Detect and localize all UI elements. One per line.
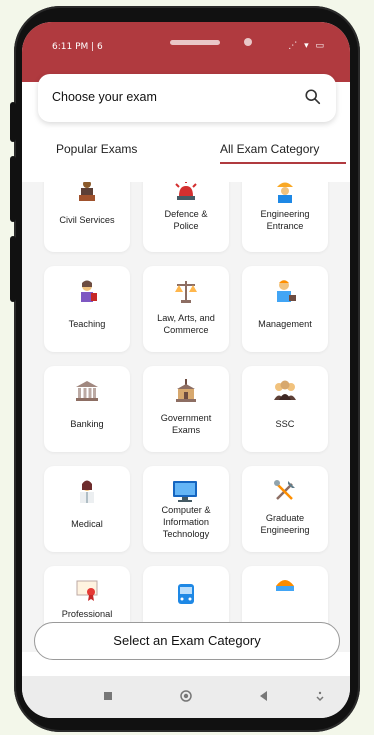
category-label: Engineering: [260, 209, 310, 219]
category-label: Engineering: [260, 525, 310, 535]
category-card-government-exams[interactable]: Government Exams: [143, 366, 229, 452]
category-card-computer-it[interactable]: Computer & Information Technology: [143, 466, 229, 552]
group-icon: [274, 380, 296, 400]
speaker-notch: [170, 40, 220, 45]
tools-icon: [274, 480, 295, 500]
tab-popular-exams[interactable]: Popular Exams: [56, 142, 137, 156]
bank-icon: [76, 381, 98, 401]
search-icon[interactable]: [304, 88, 322, 106]
keyboard-hide-icon[interactable]: [314, 690, 326, 702]
category-label: Civil Services: [59, 215, 115, 225]
computer-icon: [173, 481, 197, 502]
select-exam-category-label: Select an Exam Category: [113, 633, 261, 648]
doctor-icon: [80, 480, 94, 503]
category-card-engineering-entrance[interactable]: Engineering Entrance: [242, 182, 328, 252]
status-time: 6:11 PM | 6: [52, 42, 103, 52]
category-label: Law, Arts, and: [157, 313, 215, 323]
category-label: Banking: [70, 419, 104, 429]
category-grid: Civil Services Defence & Police Engineer…: [22, 182, 350, 652]
recents-icon[interactable]: [102, 690, 114, 702]
category-card-management[interactable]: Management: [242, 266, 328, 352]
category-label: Teaching: [68, 319, 106, 329]
category-label: Medical: [71, 519, 103, 529]
category-label: Police: [173, 221, 199, 231]
civil-services-icon: [79, 182, 95, 201]
status-bar: 6:11 PM | 6 ⋰ ▾ ▭: [22, 22, 350, 82]
category-label: Management: [258, 319, 312, 329]
engineer-icon: [277, 182, 293, 203]
category-label: Graduate: [265, 513, 305, 523]
category-card-medical[interactable]: Medical: [44, 466, 130, 552]
home-icon[interactable]: [180, 690, 192, 702]
bus-icon: [178, 584, 194, 604]
manager-icon: [277, 280, 296, 302]
category-card-teaching[interactable]: Teaching: [44, 266, 130, 352]
exam-search-bar[interactable]: Choose your exam: [38, 74, 336, 122]
dome-icon: [276, 580, 294, 591]
exam-tabs: Popular Exams All Exam Category: [22, 132, 350, 172]
volume-button: [10, 156, 16, 222]
tab-all-exam-category[interactable]: All Exam Category: [220, 142, 319, 156]
category-card-law-arts-commerce[interactable]: Law, Arts, and Commerce: [143, 266, 229, 352]
category-card-ssc[interactable]: SSC: [242, 366, 328, 452]
back-icon[interactable]: [258, 690, 270, 702]
power-button: [10, 236, 16, 302]
active-tab-indicator: [220, 162, 346, 164]
category-label: Defence &: [164, 209, 208, 219]
certificate-icon: [76, 580, 98, 601]
teacher-icon: [81, 280, 97, 302]
category-card-graduate-engineering[interactable]: Graduate Engineering: [242, 466, 328, 552]
category-card-banking[interactable]: Banking: [44, 366, 130, 452]
category-label: Commerce: [163, 325, 209, 335]
category-label: Government: [160, 413, 212, 423]
category-label: Entrance: [266, 221, 304, 231]
government-building-icon: [176, 379, 196, 402]
page-title: Choose your exam: [52, 90, 157, 104]
bottom-action-area: Select an Exam Category: [22, 618, 350, 664]
volume-button: [10, 102, 16, 142]
category-label: Technology: [162, 529, 210, 539]
category-label: Information: [163, 517, 209, 527]
category-card-civil-services[interactable]: Civil Services: [44, 182, 130, 252]
category-card-defence-police[interactable]: Defence & Police: [143, 182, 229, 252]
app-screen: 6:11 PM | 6 ⋰ ▾ ▭ Choose your exam Popul…: [22, 22, 350, 718]
category-label: Exams: [171, 425, 201, 435]
status-icons: ⋰ ▾ ▭: [288, 41, 326, 51]
category-label: SSC: [275, 419, 295, 429]
siren-icon: [175, 182, 197, 200]
select-exam-category-button[interactable]: Select an Exam Category: [34, 622, 340, 660]
camera-dot: [244, 38, 252, 46]
scales-icon: [175, 281, 197, 303]
category-label: Computer &: [161, 505, 211, 515]
android-nav-bar: [22, 676, 350, 718]
